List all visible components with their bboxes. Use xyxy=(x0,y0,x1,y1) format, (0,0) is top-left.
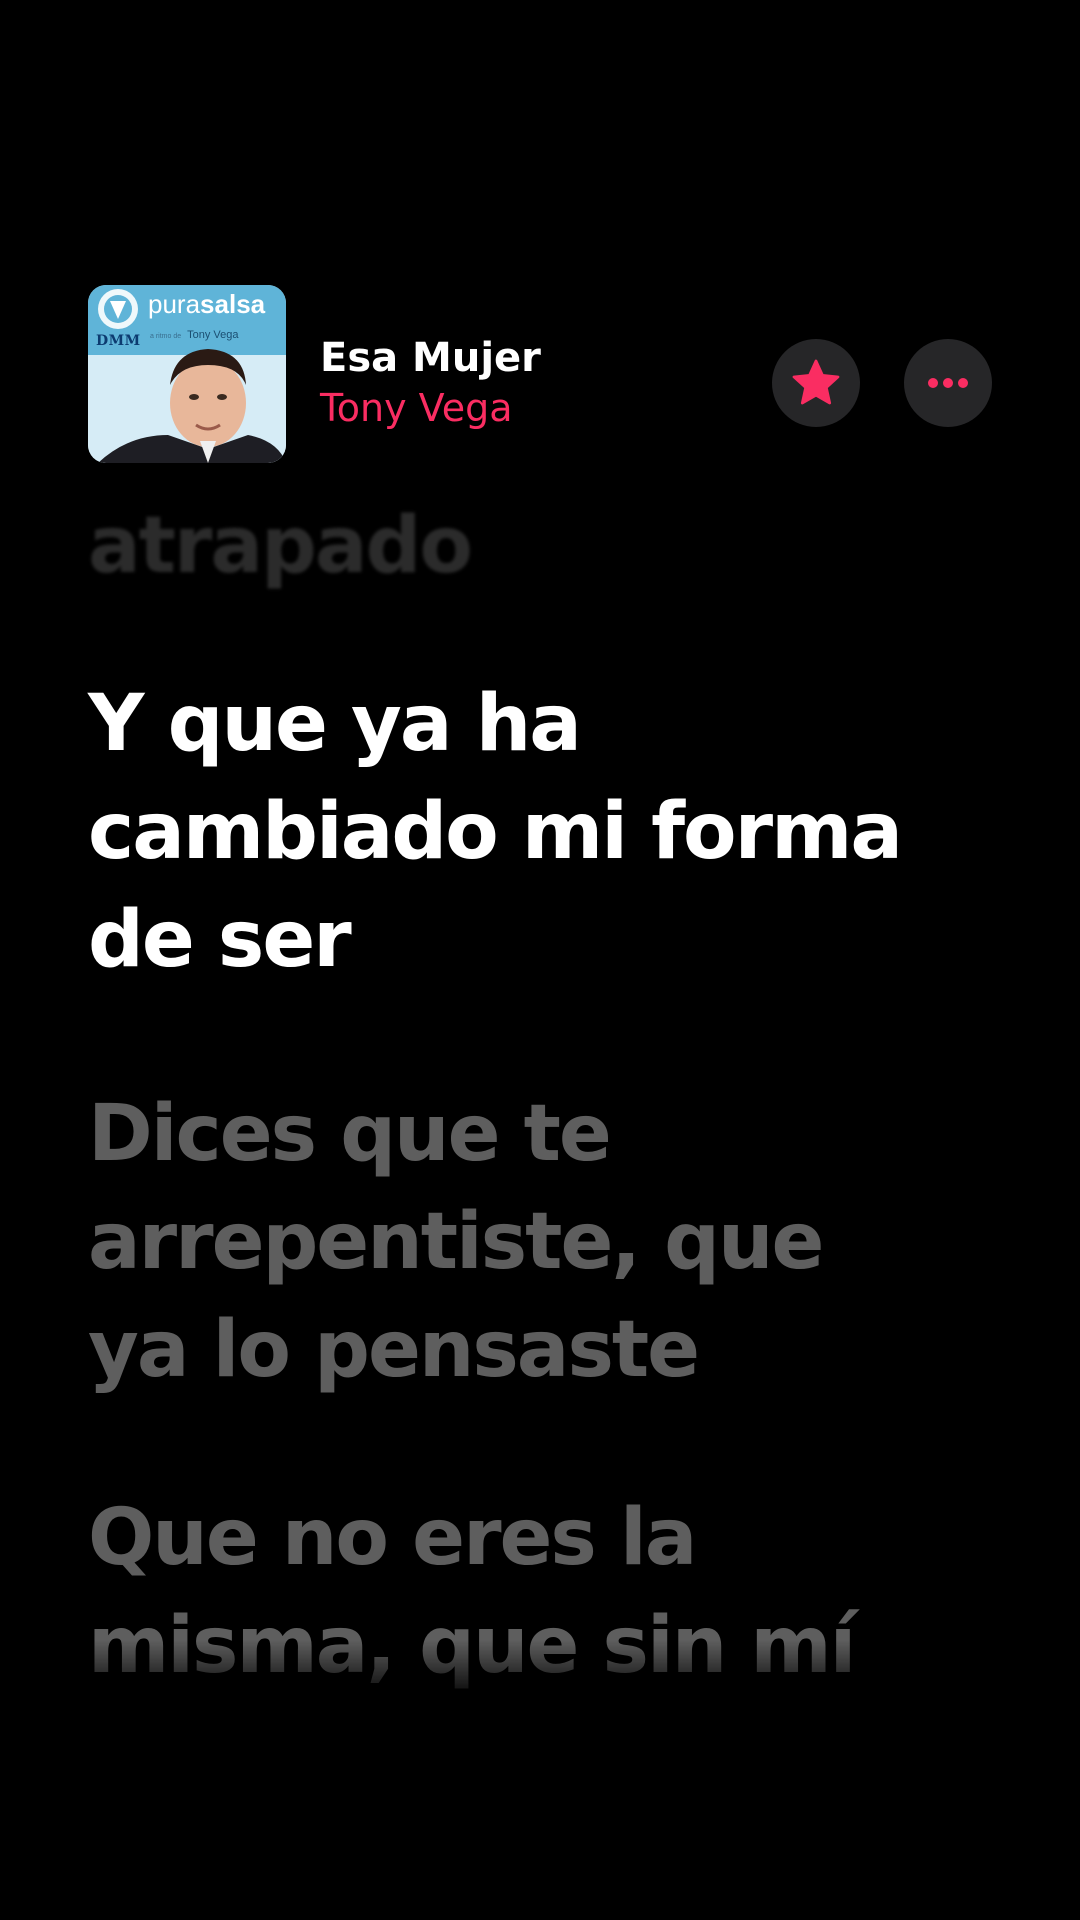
lyric-text: ya lo pensaste xyxy=(88,1305,700,1395)
lyric-line-next[interactable]: Dices que te arrepentiste, que ya lo pen… xyxy=(88,1080,824,1404)
star-icon xyxy=(792,359,840,405)
label-logo: DMM xyxy=(96,333,141,349)
album-subtitle-small: a ritmo de xyxy=(150,333,182,340)
album-subtitle: a ritmo de Tony Vega xyxy=(150,329,239,341)
lyrics-fade-overlay xyxy=(0,1640,1080,1920)
ellipsis-icon xyxy=(928,378,968,388)
lyric-text: de ser xyxy=(88,895,352,985)
lyric-line-previous[interactable]: atrapado xyxy=(88,492,473,600)
track-artist[interactable]: Tony Vega xyxy=(320,383,541,433)
favorite-button[interactable] xyxy=(772,339,860,427)
album-subtitle-artist: Tony Vega xyxy=(187,329,239,341)
lyric-text: Y que ya ha xyxy=(88,679,582,769)
lyric-line-active[interactable]: Y que ya ha cambiado mi forma de ser xyxy=(88,670,903,994)
lyric-text: cambiado mi forma xyxy=(88,787,903,877)
album-brand-text: purasalsa xyxy=(148,289,265,320)
lyric-text: Dices que te xyxy=(88,1089,612,1179)
lyric-text: Que no eres la xyxy=(88,1493,697,1583)
track-title: Esa Mujer xyxy=(320,335,541,381)
album-brand-suffix: salsa xyxy=(200,289,266,319)
now-playing-header: purasalsa a ritmo de Tony Vega DMM Esa Mu… xyxy=(88,285,1008,465)
lyric-text: arrepentiste, que xyxy=(88,1197,824,1287)
lyric-text: atrapado xyxy=(88,501,473,591)
album-artwork[interactable]: purasalsa a ritmo de Tony Vega DMM xyxy=(88,285,286,463)
album-brand-prefix: pura xyxy=(148,289,201,319)
track-info[interactable]: Esa Mujer Tony Vega xyxy=(320,333,541,433)
more-options-button[interactable] xyxy=(904,339,992,427)
